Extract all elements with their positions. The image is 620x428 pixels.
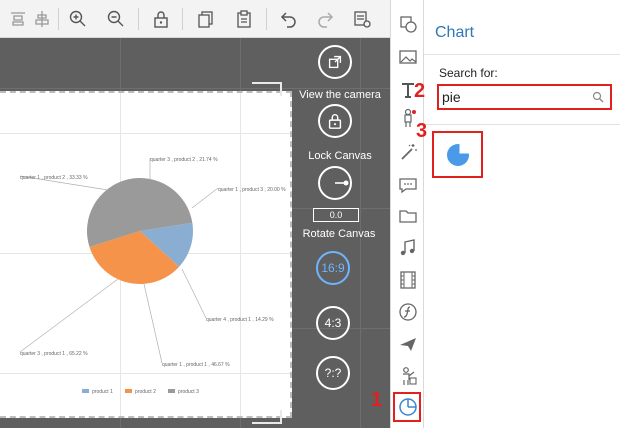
properties-icon[interactable] <box>352 9 372 29</box>
leader-line <box>191 187 219 209</box>
search-label: Search for: <box>439 66 498 80</box>
chart-slide[interactable]: quarter 3 , product 2 , 21.74 % quarter 1… <box>0 91 292 418</box>
folder-icon[interactable] <box>398 206 418 226</box>
data-label: quarter 4 , product 1 , 14.29 % <box>206 317 274 323</box>
legend-label: product 3 <box>178 389 199 395</box>
legend-label: product 2 <box>135 389 156 395</box>
pie-chart-icon <box>447 143 470 166</box>
magic-wand-icon[interactable] <box>398 142 418 162</box>
search-box <box>437 84 612 110</box>
ratio-16-9-button[interactable]: 16:9 <box>316 251 350 285</box>
lock-canvas-button[interactable] <box>318 104 352 138</box>
zoom-in-icon[interactable] <box>68 9 88 29</box>
top-toolbar <box>0 0 390 38</box>
legend-label: product 1 <box>92 389 113 395</box>
search-input[interactable] <box>442 88 587 106</box>
shapes-icon[interactable] <box>398 14 418 34</box>
chart-panel: Chart Search for: <box>424 0 620 428</box>
formula-icon[interactable] <box>398 302 418 322</box>
rotate-dial-icon <box>335 180 349 186</box>
leader-line <box>143 283 163 364</box>
view-camera-button[interactable] <box>318 45 352 79</box>
rotate-value[interactable]: 0.0 <box>313 208 359 222</box>
view-camera-label: View the camera <box>299 89 381 101</box>
camera-controls: View the camera Lock Canvas 0.0 Rotate C… <box>296 38 386 428</box>
data-label: quarter 1 , product 2 , 33.33 % <box>20 175 88 181</box>
airplane-icon[interactable] <box>398 334 418 354</box>
step-marker-1: 1 <box>371 389 383 411</box>
lock-icon[interactable] <box>151 9 171 29</box>
undo-icon[interactable] <box>278 9 298 29</box>
app-window: quarter 3 , product 2 , 21.74 % quarter 1… <box>0 0 620 428</box>
video-icon[interactable] <box>398 270 418 290</box>
pie-chart-result[interactable] <box>432 131 483 178</box>
chart-tool-highlight <box>393 392 421 422</box>
paste-icon[interactable] <box>234 9 254 29</box>
music-icon[interactable] <box>398 238 418 258</box>
pie-chart: quarter 3 , product 2 , 21.74 % quarter 1… <box>19 157 286 395</box>
legend-swatch <box>168 389 175 393</box>
rotate-dial[interactable] <box>318 166 352 200</box>
data-label: quarter 3 , product 1 , 65.22 % <box>20 351 88 357</box>
presenter-icon[interactable] <box>398 366 418 386</box>
data-label: quarter 1 , product 1 , 46.67 % <box>162 362 230 368</box>
leader-line <box>181 268 207 319</box>
rotate-canvas-label: Rotate Canvas <box>302 228 376 240</box>
align-center-icon[interactable] <box>32 9 52 29</box>
data-label: quarter 1 , product 3 , 20.00 % <box>218 187 286 193</box>
align-top-icon[interactable] <box>8 9 28 29</box>
data-label: quarter 3 , product 2 , 21.74 % <box>150 157 218 163</box>
panel-title: Chart <box>435 24 475 41</box>
image-icon[interactable] <box>398 47 418 67</box>
zoom-out-icon[interactable] <box>106 9 126 29</box>
redo-icon[interactable] <box>316 9 336 29</box>
step-marker-3: 3 <box>416 120 428 142</box>
character-icon[interactable] <box>398 108 418 128</box>
leader-line <box>19 278 119 353</box>
view-camera-icon <box>328 55 342 69</box>
step-marker-2: 2 <box>414 80 426 102</box>
search-icon[interactable] <box>592 91 604 103</box>
ratio-4-3-button[interactable]: 4:3 <box>316 306 350 340</box>
lock-canvas-label: Lock Canvas <box>308 150 372 162</box>
lock-icon <box>328 114 342 129</box>
ratio-custom-button[interactable]: ?:? <box>316 356 350 390</box>
legend-swatch <box>82 389 89 393</box>
legend-swatch <box>125 389 132 393</box>
copy-icon[interactable] <box>196 9 216 29</box>
speech-bubble-icon[interactable] <box>398 175 418 195</box>
tool-strip <box>390 0 424 428</box>
